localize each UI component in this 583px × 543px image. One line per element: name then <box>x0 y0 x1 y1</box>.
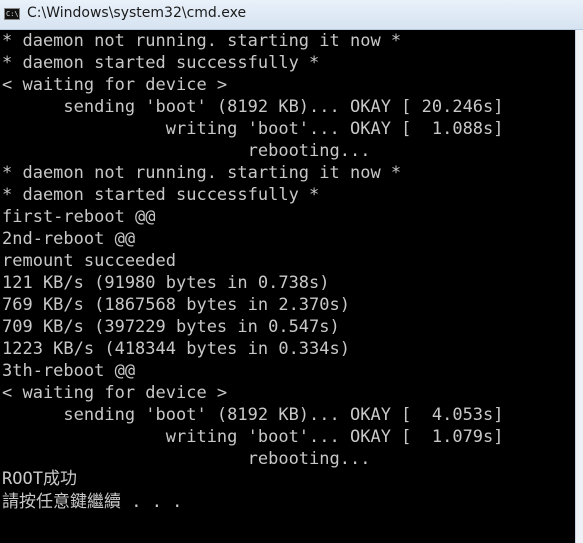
console-line: < waiting for device > <box>2 75 228 95</box>
console-line: ROOT成功 <box>2 469 77 489</box>
console-line: writing 'boot'... OKAY [ 1.079s] <box>2 427 504 447</box>
cmd-window: C:\. C:\Windows\system32\cmd.exe * daemo… <box>0 0 583 543</box>
console-line: writing 'boot'... OKAY [ 1.088s] <box>2 119 504 139</box>
console-line: * daemon started successfully * <box>2 185 320 205</box>
console-output[interactable]: * daemon not running. starting it now * … <box>0 30 575 543</box>
console-line: sending 'boot' (8192 KB)... OKAY [ 20.24… <box>2 97 504 117</box>
console-line: 709 KB/s (397229 bytes in 0.547s) <box>2 317 340 337</box>
console-line: first-reboot @@ <box>2 207 156 227</box>
console-line: 121 KB/s (91980 bytes in 0.738s) <box>2 273 330 293</box>
console-line: rebooting... <box>2 141 371 161</box>
console-line: * daemon not running. starting it now * <box>2 163 402 183</box>
title-bar[interactable]: C:\. C:\Windows\system32\cmd.exe <box>0 0 583 30</box>
window-title: C:\Windows\system32\cmd.exe <box>27 5 247 21</box>
console-line: 3th-reboot @@ <box>2 361 136 381</box>
console-line: < waiting for device > <box>2 383 228 403</box>
console-line: sending 'boot' (8192 KB)... OKAY [ 4.053… <box>2 405 504 425</box>
console-line: 1223 KB/s (418344 bytes in 0.334s) <box>2 339 350 359</box>
console-prompt-line: 請按任意鍵繼續 . . . <box>2 492 183 512</box>
console-line: rebooting... <box>2 449 371 469</box>
console-line: 2nd-reboot @@ <box>2 229 136 249</box>
console-line: 769 KB/s (1867568 bytes in 2.370s) <box>2 295 350 315</box>
cmd-console-icon: C:\. <box>4 8 20 20</box>
console-line: * daemon not running. starting it now * <box>2 31 402 51</box>
console-line: remount succeeded <box>2 251 176 271</box>
vertical-scrollbar[interactable] <box>575 30 583 543</box>
console-line: * daemon started successfully * <box>2 53 320 73</box>
